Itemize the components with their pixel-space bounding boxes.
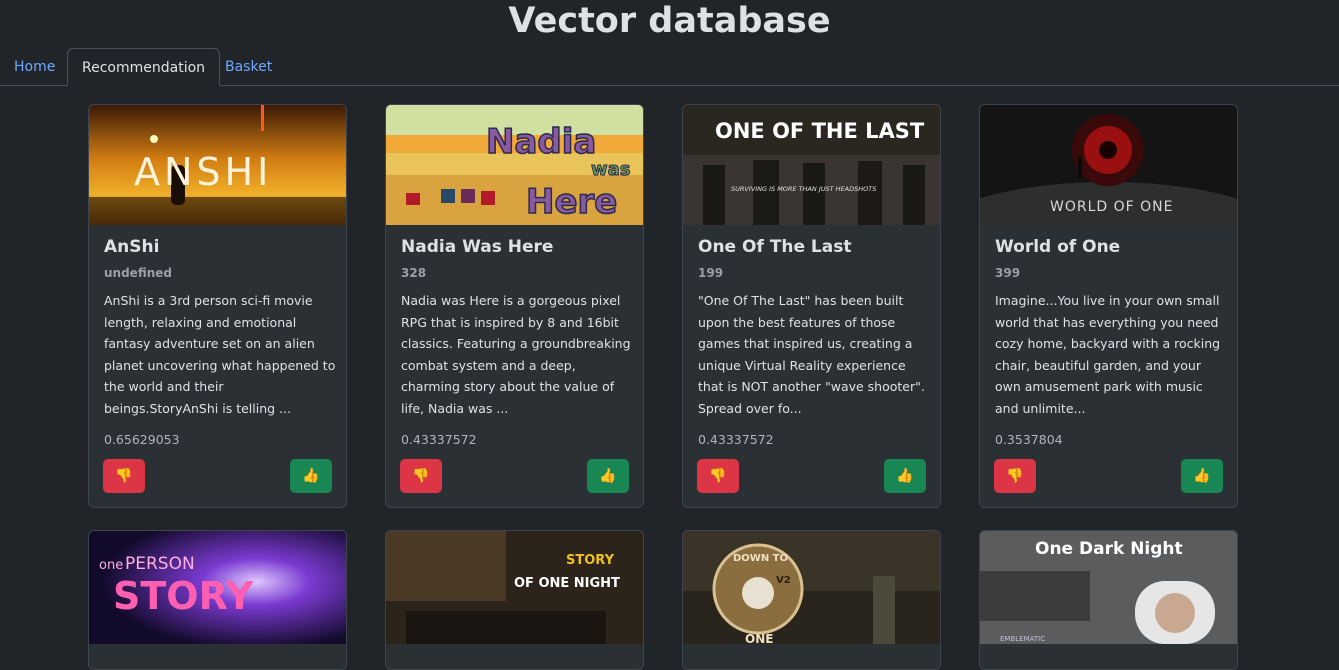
thumbs-up-icon: 👍 [896, 468, 914, 484]
image-caption-1: ONE OF THE LAST [715, 119, 925, 143]
game-card: One Dark Night EMBLEMATIC [979, 530, 1238, 670]
game-card: STORY OF ONE NIGHT [385, 530, 644, 670]
like-button[interactable]: 👍 [290, 459, 332, 493]
card-subtitle: 328 [401, 266, 427, 280]
card-image: ONE OF THE LAST SURVIVING IS MORE THAN J… [683, 105, 940, 225]
card-description: AnShi is a 3rd person sci-fi movie lengt… [104, 293, 336, 416]
page-title: Vector database [508, 1, 831, 41]
thumbs-down-icon: 👎 [1006, 468, 1024, 484]
game-card: ONE OF THE LAST SURVIVING IS MORE THAN J… [682, 104, 941, 508]
image-caption-3: Here [526, 182, 617, 222]
nav-tabs: Home Recommendation Basket [0, 48, 1339, 86]
thumbs-down-icon: 👎 [709, 468, 727, 484]
card-image: WORLD OF ONE [980, 105, 1237, 225]
card-subtitle: 399 [995, 266, 1021, 280]
card-title: AnShi [104, 237, 160, 257]
thumbs-down-icon: 👎 [115, 468, 133, 484]
card-image: Nadia was Here [386, 105, 643, 225]
like-button[interactable]: 👍 [587, 459, 629, 493]
similarity-score: 0.3537804 [995, 432, 1063, 447]
card-image: DOWN TO V2 ONE [683, 531, 940, 644]
card-description: Nadia was Here is a gorgeous pixel RPG t… [401, 293, 631, 416]
game-card: WORLD OF ONE World of One 399 Imagine...… [979, 104, 1238, 508]
game-card: DOWN TO V2 ONE [682, 530, 941, 670]
image-caption-3: STORY [113, 574, 254, 618]
like-button[interactable]: 👍 [884, 459, 926, 493]
image-caption-1: One Dark Night [1035, 539, 1183, 559]
image-caption: ANSHI [134, 150, 272, 194]
image-caption-2: SURVIVING IS MORE THAN JUST HEADSHOTS [731, 185, 876, 193]
thumbs-up-icon: 👍 [1193, 468, 1211, 484]
card-image: one PERSON STORY [89, 531, 346, 644]
similarity-score: 0.43337572 [401, 432, 477, 447]
card-subtitle: 199 [698, 266, 724, 280]
dislike-button[interactable]: 👎 [103, 459, 145, 493]
image-caption-2: V2 [776, 575, 791, 586]
card-subtitle: undefined [104, 266, 172, 280]
card-image: ANSHI [89, 105, 346, 225]
game-card: one PERSON STORY [88, 530, 347, 670]
card-image: STORY OF ONE NIGHT [386, 531, 643, 644]
like-button[interactable]: 👍 [1181, 459, 1223, 493]
card-description: Imagine...You live in your own small wor… [995, 293, 1221, 416]
game-card: ANSHI AnShi undefined AnShi is a 3rd per… [88, 104, 347, 508]
card-title: Nadia Was Here [401, 237, 554, 257]
thumbs-up-icon: 👍 [302, 468, 320, 484]
thumbs-down-icon: 👎 [412, 468, 430, 484]
image-caption-1: one [99, 558, 123, 573]
tab-home[interactable]: Home [0, 48, 69, 85]
image-caption-1: DOWN TO [733, 553, 788, 564]
image-caption-2: OF ONE NIGHT [514, 576, 620, 591]
image-caption-1: STORY [566, 553, 615, 568]
similarity-score: 0.65629053 [104, 432, 180, 447]
dislike-button[interactable]: 👎 [697, 459, 739, 493]
image-caption: WORLD OF ONE [1050, 199, 1173, 215]
tab-recommendation[interactable]: Recommendation [67, 48, 221, 86]
dislike-button[interactable]: 👎 [994, 459, 1036, 493]
similarity-score: 0.43337572 [698, 432, 774, 447]
thumbs-up-icon: 👍 [599, 468, 617, 484]
card-image: One Dark Night EMBLEMATIC [980, 531, 1237, 644]
game-card: Nadia was Here Nadia Was Here 328 Nadia … [385, 104, 644, 508]
image-caption-1: Nadia [486, 122, 596, 162]
card-title: World of One [995, 237, 1121, 257]
card-description: "One Of The Last" has been built upon th… [698, 293, 925, 416]
image-caption-2: PERSON [125, 554, 195, 574]
image-caption-2: EMBLEMATIC [1000, 635, 1045, 643]
image-caption-3: ONE [745, 632, 773, 644]
dislike-button[interactable]: 👎 [400, 459, 442, 493]
image-caption-2: was [591, 159, 631, 180]
tab-basket[interactable]: Basket [211, 48, 286, 85]
card-title: One Of The Last [698, 237, 852, 257]
